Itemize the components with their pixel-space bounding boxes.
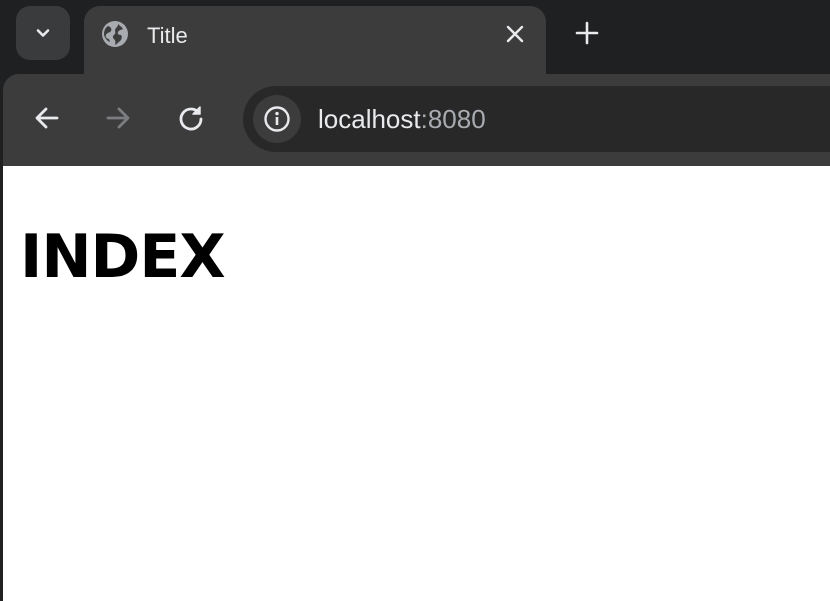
browser-window: Title localhost:8080 INDEX (0, 0, 830, 601)
tab-title: Title (147, 23, 188, 48)
url-port: :8080 (420, 104, 486, 134)
plus-icon (575, 21, 599, 45)
url-host: localhost (318, 104, 421, 134)
close-icon (506, 25, 524, 43)
site-info-button[interactable] (253, 95, 301, 143)
url-text: localhost:8080 (318, 104, 486, 134)
reload-icon (179, 106, 203, 131)
forward-button[interactable] (100, 100, 136, 136)
back-button[interactable] (29, 100, 65, 136)
arrow-left-icon (35, 107, 59, 129)
reload-button[interactable] (173, 100, 209, 136)
page-heading: INDEX (20, 222, 226, 292)
page-content: INDEX (3, 166, 830, 601)
chevron-down-icon (36, 29, 50, 37)
info-icon (264, 106, 290, 132)
globe-icon (102, 21, 128, 47)
address-bar[interactable]: localhost:8080 (243, 86, 830, 152)
tab-search-button[interactable] (16, 6, 70, 60)
active-tab[interactable]: Title (84, 6, 546, 74)
arrow-right-icon (106, 107, 130, 129)
new-tab-button[interactable] (572, 18, 602, 48)
tab-close-button[interactable] (502, 21, 528, 47)
toolbar: localhost:8080 (3, 74, 830, 166)
tab-strip: Title (0, 0, 830, 74)
